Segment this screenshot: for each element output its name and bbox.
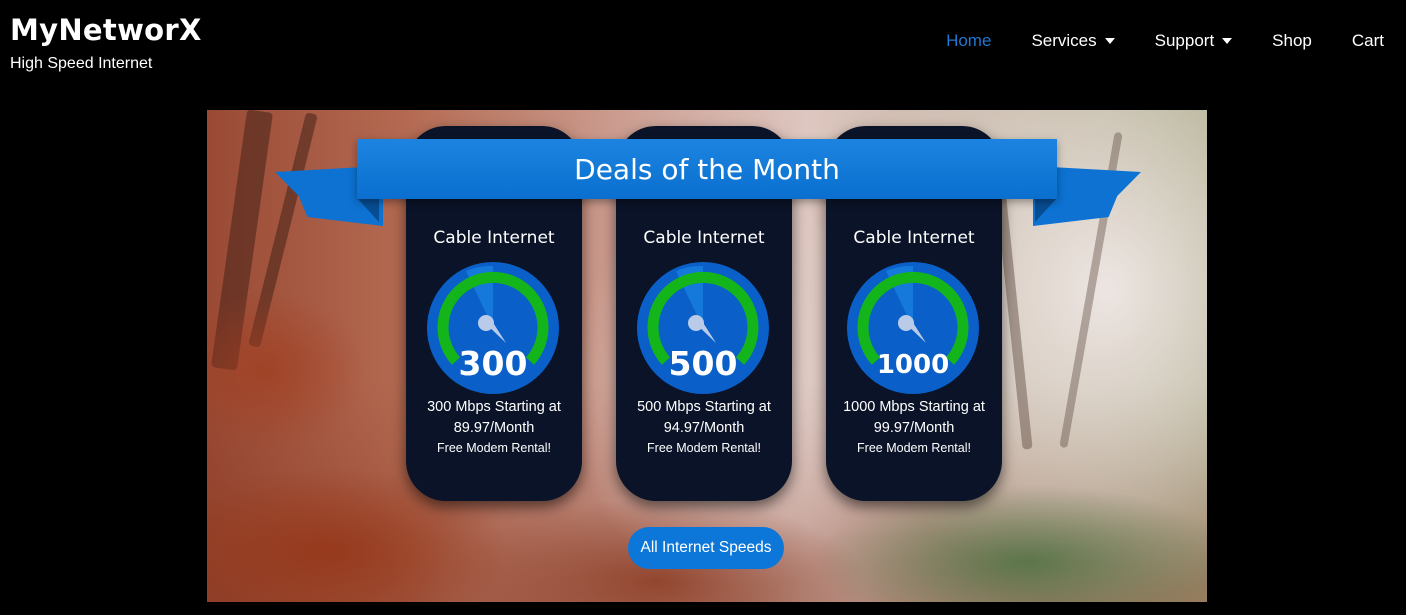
all-internet-speeds-button[interactable]: All Internet Speeds — [628, 527, 784, 569]
nav-cart[interactable]: Cart — [1352, 30, 1384, 52]
nav-shop-label: Shop — [1272, 31, 1312, 50]
caret-down-icon — [1104, 38, 1115, 44]
gauge-speed: 300 — [459, 344, 528, 383]
price-line-2: 94.97/Month — [663, 420, 745, 436]
nav-support[interactable]: Support — [1155, 30, 1233, 52]
gauge-speed: 500 — [669, 344, 738, 383]
price-line-1: 300 Mbps Starting at — [427, 399, 561, 415]
nav-support-label: Support — [1154, 31, 1215, 50]
banner-title: Deals of the Month — [574, 152, 840, 186]
speedometer-icon: 500 — [637, 262, 769, 394]
deals-hero: Cable Internet 300 300 Mbps Starting at … — [207, 110, 1207, 602]
nav-services-label: Services — [1031, 31, 1097, 50]
nav-cart-label: Cart — [1351, 31, 1384, 50]
speedometer-icon: 300 — [427, 262, 559, 394]
nav-home-label: Home — [946, 31, 992, 50]
speedometer-icon: 1000 — [847, 262, 979, 394]
site-title[interactable]: MyNetworX — [10, 10, 202, 50]
price-line-1: 1000 Mbps Starting at — [843, 399, 985, 415]
card-price: 500 Mbps Starting at 94.97/Month — [622, 397, 786, 439]
nav-home[interactable]: Home — [946, 30, 991, 52]
main-nav: Home Services Support Shop Cart — [906, 30, 1384, 52]
card-price: 1000 Mbps Starting at 99.97/Month — [832, 397, 996, 439]
price-line-2: 89.97/Month — [453, 420, 535, 436]
card-price: 300 Mbps Starting at 89.97/Month — [412, 397, 576, 439]
nav-shop[interactable]: Shop — [1272, 30, 1312, 52]
card-note: Free Modem Rental! — [647, 441, 761, 455]
site-tagline: High Speed Internet — [10, 55, 153, 72]
card-note: Free Modem Rental! — [437, 441, 551, 455]
price-line-2: 99.97/Month — [873, 420, 955, 436]
nav-services[interactable]: Services — [1031, 30, 1115, 52]
caret-down-icon — [1222, 38, 1233, 44]
card-note: Free Modem Rental! — [857, 441, 971, 455]
card-title: Cable Internet — [643, 228, 765, 248]
deals-banner: Deals of the Month — [357, 139, 1057, 199]
card-title: Cable Internet — [853, 228, 975, 248]
card-title: Cable Internet — [433, 228, 555, 248]
gauge-speed: 1000 — [877, 350, 949, 380]
price-line-1: 500 Mbps Starting at — [637, 399, 771, 415]
foliage — [207, 290, 367, 450]
